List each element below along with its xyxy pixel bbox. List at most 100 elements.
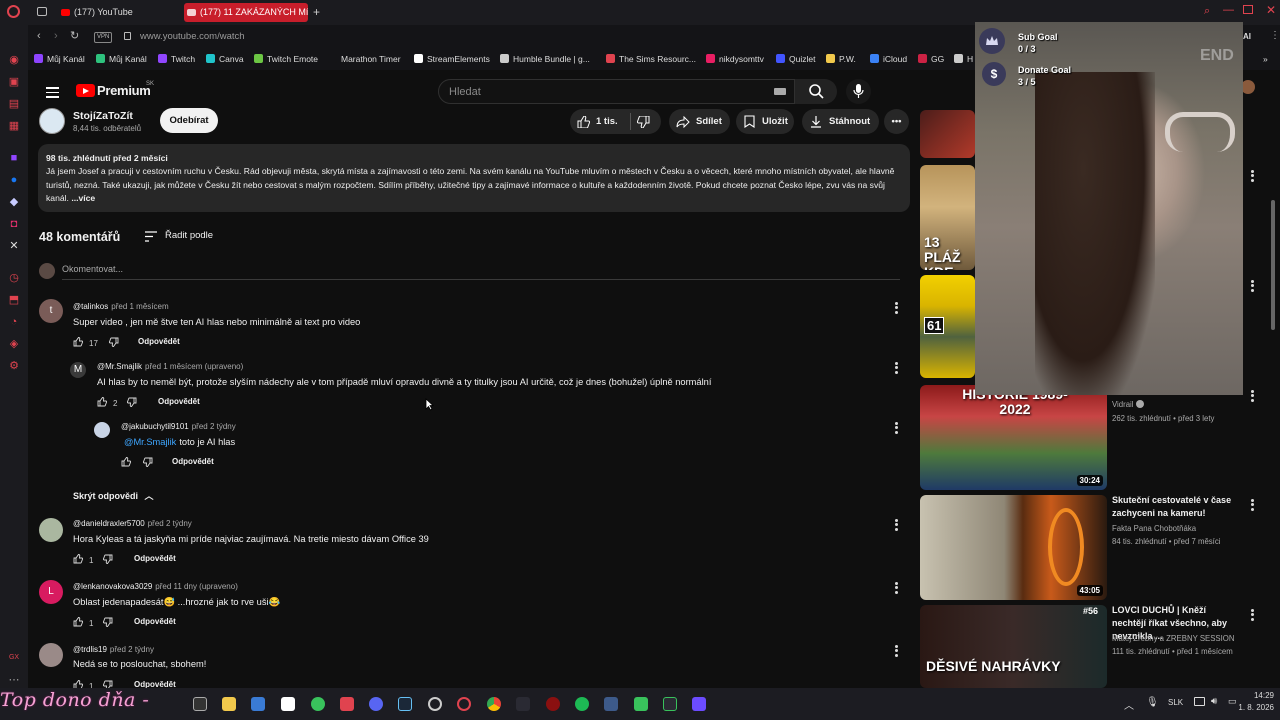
comment-author[interactable]: @lenkanovakova3029 před 11 dny (upraveno) bbox=[73, 582, 238, 591]
comment-dislike-button[interactable] bbox=[109, 337, 119, 347]
comment-like-button[interactable]: 1 bbox=[73, 554, 93, 565]
more-icon[interactable]: ⋯ bbox=[6, 672, 22, 688]
dislike-button[interactable] bbox=[637, 116, 650, 128]
author-name[interactable]: @talinkos bbox=[73, 302, 108, 311]
reply-button[interactable]: Odpovědět bbox=[158, 397, 200, 406]
comment-menu-icon[interactable] bbox=[895, 517, 899, 532]
search-button[interactable] bbox=[795, 79, 837, 104]
clock[interactable]: 14:29 1. 8. 2026 bbox=[1238, 691, 1274, 712]
player-icon[interactable]: ▦ bbox=[6, 118, 22, 134]
author-name[interactable]: @Mr.Smajlik bbox=[97, 362, 142, 371]
like-button[interactable] bbox=[577, 116, 590, 128]
comment-menu-icon[interactable] bbox=[895, 643, 899, 658]
bookmark-item[interactable]: Canva bbox=[206, 54, 244, 64]
reply-button[interactable]: Odpovědět bbox=[134, 617, 176, 626]
messenger-icon[interactable]: ● bbox=[6, 172, 22, 188]
opera-gx-icon[interactable] bbox=[457, 697, 471, 711]
app-icon[interactable] bbox=[604, 697, 618, 711]
back-icon[interactable]: ‹ bbox=[37, 30, 41, 42]
app-icon[interactable] bbox=[692, 697, 706, 711]
video-menu-icon[interactable] bbox=[1251, 607, 1255, 622]
add-comment-input[interactable]: Okomentovat... bbox=[62, 264, 123, 274]
settings-icon[interactable]: ⚙ bbox=[6, 358, 22, 374]
bookmark-item[interactable]: H bbox=[954, 54, 973, 64]
speed-dial-icon[interactable]: ◉ bbox=[6, 52, 22, 68]
video-menu-icon[interactable] bbox=[1251, 497, 1255, 512]
url-field[interactable]: www.youtube.com/watch bbox=[140, 31, 245, 42]
maximize-icon[interactable] bbox=[1243, 5, 1253, 14]
comment-like-button[interactable]: 2 bbox=[97, 397, 117, 408]
bookmarks-overflow-icon[interactable]: » bbox=[1263, 54, 1268, 64]
hide-replies-button[interactable]: Skrýt odpovědi ︿ bbox=[73, 489, 154, 502]
bookmark-item[interactable]: Twitch Emote bbox=[254, 54, 318, 64]
app-icon[interactable] bbox=[516, 697, 530, 711]
battery-icon[interactable]: ▭ bbox=[1228, 696, 1237, 707]
bookmark-item[interactable]: Můj Kanál bbox=[96, 54, 147, 64]
comment-avatar[interactable] bbox=[39, 518, 63, 542]
spotify-icon[interactable] bbox=[575, 697, 589, 711]
channel-name[interactable]: StojíZaToZít bbox=[73, 110, 133, 122]
more-actions-button[interactable]: ••• bbox=[884, 109, 909, 134]
tab-active-video[interactable]: (177) 11 ZAKÁZANÝCH Míst bbox=[184, 3, 308, 22]
video-title[interactable]: Skuteční cestovatelé v čase zachyceni na… bbox=[1112, 494, 1242, 520]
voice-search-button[interactable] bbox=[846, 79, 871, 104]
channel-avatar[interactable] bbox=[39, 108, 65, 134]
youtube-logo-icon[interactable] bbox=[76, 84, 95, 97]
comment-avatar[interactable]: t bbox=[39, 299, 63, 323]
history-icon[interactable]: ◷ bbox=[6, 270, 22, 286]
app-icon[interactable] bbox=[340, 697, 354, 711]
bookmark-item[interactable]: Quizlet bbox=[776, 54, 815, 64]
comment-like-button[interactable]: 17 bbox=[73, 337, 98, 348]
save-button[interactable]: Uložit bbox=[736, 109, 794, 134]
bookmark-item[interactable]: nikdysomttv bbox=[706, 54, 764, 64]
video-channel[interactable]: Vidrail bbox=[1112, 400, 1144, 409]
app-icon[interactable] bbox=[634, 697, 648, 711]
obs-icon[interactable] bbox=[428, 697, 442, 711]
display-icon[interactable] bbox=[1194, 697, 1205, 706]
comment-avatar[interactable]: M bbox=[70, 362, 86, 378]
comment-like-button[interactable] bbox=[121, 457, 131, 468]
comment-like-button[interactable]: 1 bbox=[73, 617, 93, 628]
comment-dislike-button[interactable] bbox=[127, 397, 137, 407]
discord-icon[interactable]: ◆ bbox=[6, 194, 22, 210]
app-icon[interactable] bbox=[193, 697, 207, 711]
comment-avatar[interactable]: L bbox=[39, 580, 63, 604]
comment-dislike-button[interactable] bbox=[143, 457, 153, 467]
search-input[interactable]: Hledat bbox=[438, 79, 795, 104]
comment-dislike-button[interactable] bbox=[103, 617, 113, 627]
author-name[interactable]: @lenkanovakova3029 bbox=[73, 582, 152, 591]
flow-icon[interactable]: ◈ bbox=[6, 336, 22, 352]
like-count[interactable]: 1 tis. bbox=[596, 109, 618, 134]
x-icon[interactable]: ✕ bbox=[6, 238, 22, 254]
bookmark-item[interactable]: StreamElements bbox=[414, 54, 490, 64]
account-avatar[interactable] bbox=[1241, 80, 1255, 94]
video-thumbnail[interactable]: 43:05 bbox=[920, 495, 1107, 600]
bookmark-item[interactable]: The Sims Resourc... bbox=[606, 54, 696, 64]
tab-list-icon[interactable] bbox=[37, 7, 47, 16]
video-menu-icon[interactable] bbox=[1251, 278, 1255, 293]
video-thumbnail[interactable] bbox=[920, 110, 975, 158]
language-indicator[interactable]: SLK bbox=[1168, 698, 1183, 707]
microphone-icon[interactable]: 🎙︎ bbox=[1146, 697, 1159, 708]
youtube-premium-logo[interactable]: Premium bbox=[97, 83, 151, 98]
author-name[interactable]: @danieldraxler5700 bbox=[73, 519, 145, 528]
tray-chevron-icon[interactable]: ︿ bbox=[1124, 697, 1134, 712]
app-icon[interactable] bbox=[546, 697, 560, 711]
volume-icon[interactable]: 🔊︎ bbox=[1211, 696, 1217, 707]
gx-icon[interactable]: GX bbox=[6, 650, 22, 666]
ai-button[interactable]: AI bbox=[1243, 32, 1251, 41]
comment-author[interactable]: @jakubuchytil9101 před 2 týdny bbox=[121, 422, 236, 431]
app-icon[interactable] bbox=[281, 697, 295, 711]
clock-icon[interactable]: ◔ bbox=[6, 314, 22, 330]
comment-menu-icon[interactable] bbox=[895, 420, 899, 435]
comment-author[interactable]: @danieldraxler5700 před 2 týdny bbox=[73, 519, 192, 528]
keyboard-icon[interactable] bbox=[774, 88, 786, 95]
subscribe-button[interactable]: Odebírat bbox=[160, 108, 218, 133]
download-button[interactable]: Stáhnout bbox=[802, 109, 879, 134]
new-tab-icon[interactable]: + bbox=[313, 5, 320, 19]
chrome-icon[interactable] bbox=[487, 697, 501, 711]
mention-link[interactable]: @Mr.Smajlik bbox=[124, 437, 176, 447]
comment-avatar[interactable] bbox=[39, 643, 63, 667]
bookmark-item[interactable]: GG bbox=[918, 54, 944, 64]
browser-menu-icon[interactable]: ⋮ bbox=[1270, 30, 1280, 41]
